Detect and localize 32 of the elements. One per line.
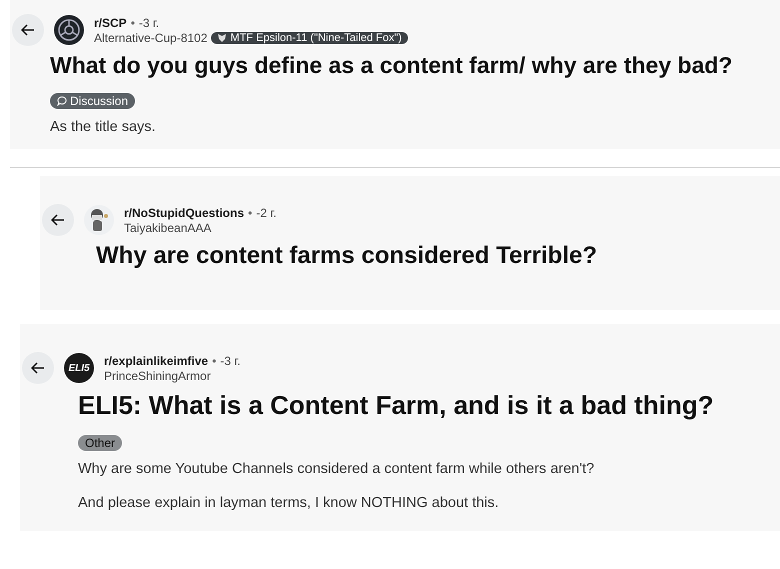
avatar-icon (54, 15, 84, 45)
post-time: -2 г. (256, 206, 276, 220)
back-arrow-icon (51, 214, 65, 226)
back-button[interactable] (12, 14, 44, 46)
post-title: What do you guys define as a content farm/ why are they bad? (50, 52, 734, 79)
post-flair[interactable]: Other (78, 435, 122, 451)
post-time: -3 г. (220, 354, 241, 368)
post-body-text: Why are some Youtube Channels considered a content farm while others aren't? (78, 461, 596, 477)
avatar-icon: ELI5 (64, 353, 94, 383)
user-flair-text: MTF Epsilon-11 ("Nine-Tailed Fox") (230, 32, 402, 44)
author-name[interactable]: TaiyakibeanAAA (124, 220, 212, 234)
separator-dot: • (212, 354, 216, 368)
separator-dot: • (130, 16, 135, 30)
post-title: Why are content farms considered Terrible? (96, 242, 598, 270)
subreddit-name[interactable]: r/SCP (94, 16, 127, 30)
post-title: ELI5: What is a Content Farm, and is it a bad thing? (78, 390, 715, 421)
speech-bubble-icon (57, 96, 67, 106)
post-flair[interactable]: Discussion (50, 93, 136, 109)
separator-dot: • (248, 206, 252, 220)
back-arrow-icon (31, 362, 45, 374)
subreddit-name[interactable]: r/NoStupidQuestions (124, 206, 244, 220)
post-body-text: As the title says. (50, 119, 157, 135)
subreddit-name[interactable]: r/explainlikeimfive (104, 354, 208, 368)
back-button[interactable] (22, 352, 54, 384)
post-body-text: And please explain in layman terms, I know NOTHING about this. (78, 495, 500, 511)
author-name[interactable]: PrinceShiningArmor (104, 368, 211, 382)
author-name[interactable]: Alternative-Cup-8102 (94, 30, 208, 44)
back-button[interactable] (42, 204, 74, 236)
fox-icon (217, 32, 228, 42)
post-time: -3 г. (138, 16, 160, 30)
avatar-icon (84, 205, 114, 235)
back-arrow-icon (21, 24, 35, 36)
